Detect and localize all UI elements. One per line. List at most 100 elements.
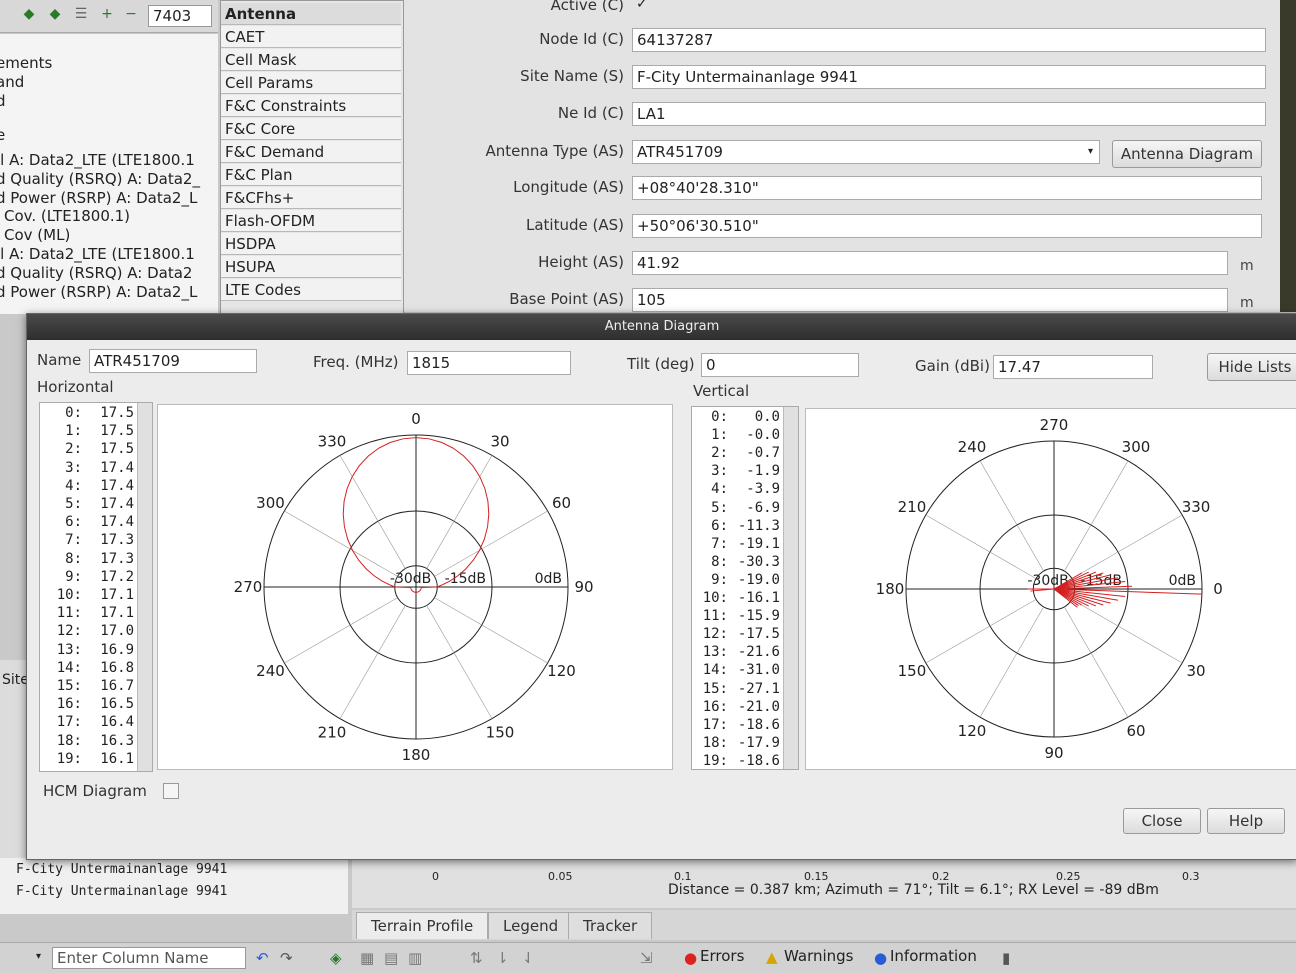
list-item[interactable]: 8: 17.3	[40, 551, 152, 569]
filter-icon[interactable]: ◈	[330, 949, 342, 967]
list-item[interactable]: 13: 16.9	[40, 642, 152, 660]
arrow-down-icon[interactable]: ◆	[20, 6, 38, 24]
dropdown-arrow-icon[interactable]: ▾	[36, 951, 41, 962]
list-item[interactable]: 14: -31.0	[692, 662, 798, 680]
site-row[interactable]: F-City Untermainanlage 9941	[16, 884, 227, 899]
name-field[interactable]: ATR451709	[89, 349, 257, 373]
export-icon[interactable]: ⇲	[640, 949, 653, 967]
tree-item[interactable]: and	[0, 73, 24, 91]
trash-icon[interactable]: ▮	[1002, 949, 1010, 967]
information-button[interactable]: Information	[890, 947, 977, 965]
category-cell-params[interactable]: Cell Params	[221, 72, 401, 94]
longitude-field[interactable]: +08°40'28.310"	[632, 176, 1262, 200]
undo-icon[interactable]: ↶	[256, 949, 269, 967]
remove-icon[interactable]: −	[122, 6, 140, 24]
list-item[interactable]: 17: 16.4	[40, 714, 152, 732]
list-item[interactable]: 3: 17.4	[40, 460, 152, 478]
category-fc-demand[interactable]: F&C Demand	[221, 141, 401, 163]
dialog-titlebar[interactable]: Antenna Diagram	[27, 314, 1296, 340]
list-item[interactable]: 5: -6.9	[692, 500, 798, 518]
tab-legend[interactable]: Legend	[488, 912, 574, 939]
table-icon[interactable]: ▤	[384, 949, 398, 967]
list-item[interactable]: 0: 0.0	[692, 409, 798, 427]
freq-field[interactable]: 1815	[407, 351, 571, 375]
list-icon[interactable]: ☰	[72, 6, 90, 24]
list-item[interactable]: 15: 16.7	[40, 678, 152, 696]
list-item[interactable]: 16: -21.0	[692, 699, 798, 717]
height-field[interactable]: 41.92	[632, 251, 1228, 275]
list-item[interactable]: 11: -15.9	[692, 608, 798, 626]
list-item[interactable]: 4: -3.9	[692, 481, 798, 499]
tilt-field[interactable]: 0	[701, 353, 859, 377]
category-fc-core[interactable]: F&C Core	[221, 118, 401, 140]
tree-item[interactable]: Cov (ML)	[4, 226, 70, 244]
list-item[interactable]: 2: 17.5	[40, 441, 152, 459]
hcm-diagram-checkbox[interactable]	[163, 783, 179, 799]
tab-terrain-profile[interactable]: Terrain Profile	[356, 912, 489, 939]
tree-item[interactable]: e	[0, 126, 5, 144]
list-item[interactable]: 17: -18.6	[692, 717, 798, 735]
help-button[interactable]: Help	[1207, 808, 1285, 834]
sort-desc-icon[interactable]: ⇃	[522, 949, 535, 967]
list-item[interactable]: 0: 17.5	[40, 405, 152, 423]
list-item[interactable]: 6: 17.4	[40, 514, 152, 532]
base-point-field[interactable]: 105	[632, 288, 1228, 312]
id-field[interactable]: 7403	[148, 5, 212, 27]
latitude-field[interactable]: +50°06'30.510"	[632, 214, 1262, 238]
tree-item[interactable]: ll A: Data2_LTE (LTE1800.1	[0, 245, 195, 263]
list-item[interactable]: 14: 16.8	[40, 660, 152, 678]
warnings-button[interactable]: Warnings	[784, 947, 854, 965]
list-item[interactable]: 12: -17.5	[692, 626, 798, 644]
list-item[interactable]: 6: -11.3	[692, 518, 798, 536]
active-checkmark[interactable]: ✓	[636, 0, 648, 12]
list-item[interactable]: 10: 17.1	[40, 587, 152, 605]
tree-item[interactable]: ll A: Data2_LTE (LTE1800.1	[0, 151, 195, 169]
category-fc-plan[interactable]: F&C Plan	[221, 164, 401, 186]
tree-item[interactable]: d Power (RSRP) A: Data2_L	[0, 189, 197, 207]
node-id-field[interactable]: 64137287	[632, 28, 1266, 52]
vertical-values-list[interactable]: 0: 0.0 1: -0.0 2: -0.7 3: -1.9 4: -3.9 5: -6.9 6: -11…	[691, 406, 799, 770]
list-item[interactable]: 12: 17.0	[40, 623, 152, 641]
sort-asc-icon[interactable]: ⇂	[496, 949, 509, 967]
errors-button[interactable]: Errors	[700, 947, 744, 965]
hide-lists-button[interactable]: Hide Lists	[1207, 353, 1296, 381]
ne-id-field[interactable]: LA1	[632, 102, 1266, 126]
antenna-type-select[interactable]: ATR451709 ▾	[632, 140, 1100, 164]
tree-item[interactable]: d	[0, 92, 6, 110]
category-flash-ofdm[interactable]: Flash-OFDM	[221, 210, 401, 232]
redo-icon[interactable]: ↷	[280, 949, 293, 967]
list-item[interactable]: 15: -27.1	[692, 681, 798, 699]
category-fc-constraints[interactable]: F&C Constraints	[221, 95, 401, 117]
list-item[interactable]: 5: 17.4	[40, 496, 152, 514]
list-item[interactable]: 16: 16.5	[40, 696, 152, 714]
tree-item[interactable]: d Power (RSRP) A: Data2_L	[0, 283, 197, 301]
list-item[interactable]: 18: -17.9	[692, 735, 798, 753]
list-item[interactable]: 7: -19.1	[692, 536, 798, 554]
column-name-input[interactable]: Enter Column Name	[52, 947, 246, 969]
add-icon[interactable]: +	[98, 6, 116, 24]
site-row[interactable]: F-City Untermainanlage 9941	[16, 862, 227, 877]
list-item[interactable]: 11: 17.1	[40, 605, 152, 623]
list-item[interactable]: 9: 17.2	[40, 569, 152, 587]
list-item[interactable]: 1: 17.5	[40, 423, 152, 441]
category-hsdpa[interactable]: HSDPA	[221, 233, 401, 255]
tree-item[interactable]: ements	[0, 54, 52, 72]
list-item[interactable]: 4: 17.4	[40, 478, 152, 496]
tree-item[interactable]: d Quality (RSRQ) A: Data2	[0, 264, 192, 282]
column-icon[interactable]: ▥	[408, 949, 422, 967]
category-fcfhs[interactable]: F&CFhs+	[221, 187, 401, 209]
list-item[interactable]: 13: -21.6	[692, 644, 798, 662]
tree-item[interactable]: Cov. (LTE1800.1)	[4, 207, 130, 225]
list-item[interactable]: 9: -19.0	[692, 572, 798, 590]
site-name-field[interactable]: F-City Untermainanlage 9941	[632, 65, 1266, 89]
list-item[interactable]: 19: 16.1	[40, 751, 152, 769]
category-cell-mask[interactable]: Cell Mask	[221, 49, 401, 71]
tab-tracker[interactable]: Tracker	[568, 912, 653, 939]
horizontal-values-list[interactable]: 0: 17.5 1: 17.5 2: 17.5 3: 17.4 4: 17.4 5: 17.4 6: 17…	[39, 402, 153, 772]
list-item[interactable]: 19: -18.6	[692, 753, 798, 769]
tree-item[interactable]: d Quality (RSRQ) A: Data2_	[0, 170, 200, 188]
sort-icon[interactable]: ⇅	[470, 949, 483, 967]
category-antenna[interactable]: Antenna	[221, 3, 401, 25]
grid-icon[interactable]: ▦	[360, 949, 374, 967]
antenna-diagram-button[interactable]: Antenna Diagram	[1112, 140, 1262, 168]
